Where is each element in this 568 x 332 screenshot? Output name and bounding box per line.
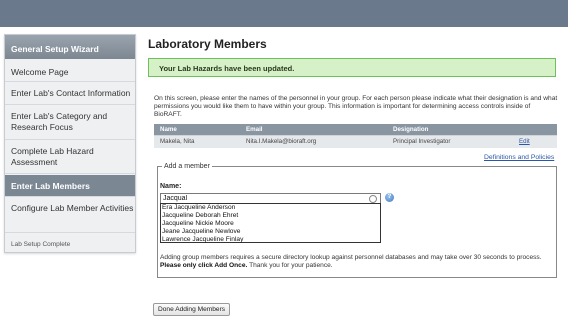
sidebar-item-lab-members[interactable]: Enter Lab Members [5,175,135,197]
setup-wizard-sidebar: General Setup Wizard Welcome Page Enter … [4,34,136,253]
sidebar-header: General Setup Wizard [5,35,135,59]
member-action-cell: Edit [513,134,557,148]
name-label: Name: [160,183,182,190]
autocomplete-option[interactable]: Era Jacqueline Anderson [161,204,380,212]
lookup-note-warning: Please only click Add Once. [160,262,248,269]
lookup-note: Adding group members requires a secure d… [160,254,555,270]
member-name-cell: Makela, Nita [154,134,240,148]
autocomplete-option[interactable]: Jacqueline Deborah Ehret [161,212,380,220]
edit-member-link[interactable]: Edit [519,138,530,145]
members-table: Name Email Designation Makela, Nita Nita… [154,124,557,148]
column-header-name: Name [154,124,240,135]
autocomplete-dropdown: Era Jacqueline Anderson Jacqueline Debor… [160,203,381,243]
table-header-row: Name Email Designation [154,124,557,135]
app-top-bar [0,0,568,27]
intro-text: On this screen, please enter the names o… [154,95,558,118]
sidebar-item-setup-complete[interactable]: Lab Setup Complete [5,234,135,252]
sidebar-item-hazard-assessment[interactable]: Complete Lab Hazard Assessment [5,141,135,174]
autocomplete-option[interactable]: Jeane Jacqueline Newlove [161,228,380,236]
add-member-legend: Add a member [164,163,210,170]
member-designation-cell: Principal Investigator [387,134,513,148]
done-adding-members-button[interactable]: Done Adding Members [153,303,231,316]
member-email-cell: Nita.I.Makela@bioraft.org [240,134,387,148]
lookup-note-text: Adding group members requires a secure d… [160,254,542,261]
autocomplete-option[interactable]: Jacqueline Nickie Moore [161,220,380,228]
column-header-designation: Designation [387,124,513,135]
sidebar-item-category-research[interactable]: Enter Lab's Category and Research Focus [5,106,135,140]
sidebar-item-member-activities[interactable]: Configure Lab Member Activities [5,198,135,233]
help-icon[interactable]: ? [385,193,394,202]
lookup-note-thanks: Thank you for your patience. [249,262,333,269]
clear-icon[interactable] [369,195,377,203]
success-notice: Your Lab Hazards have been updated. [148,58,556,77]
sidebar-item-welcome[interactable]: Welcome Page [5,63,135,82]
table-row: Makela, Nita Nita.I.Makela@bioraft.org P… [154,134,557,148]
page-title: Laboratory Members [148,37,267,51]
sidebar-item-contact-info[interactable]: Enter Lab's Contact Information [5,83,135,105]
autocomplete-option[interactable]: Lawrence Jacqueline Finlay [161,236,380,244]
definitions-policies-link[interactable]: Definitions and Policies [484,154,554,161]
column-header-action [513,124,557,135]
column-header-email: Email [240,124,387,135]
